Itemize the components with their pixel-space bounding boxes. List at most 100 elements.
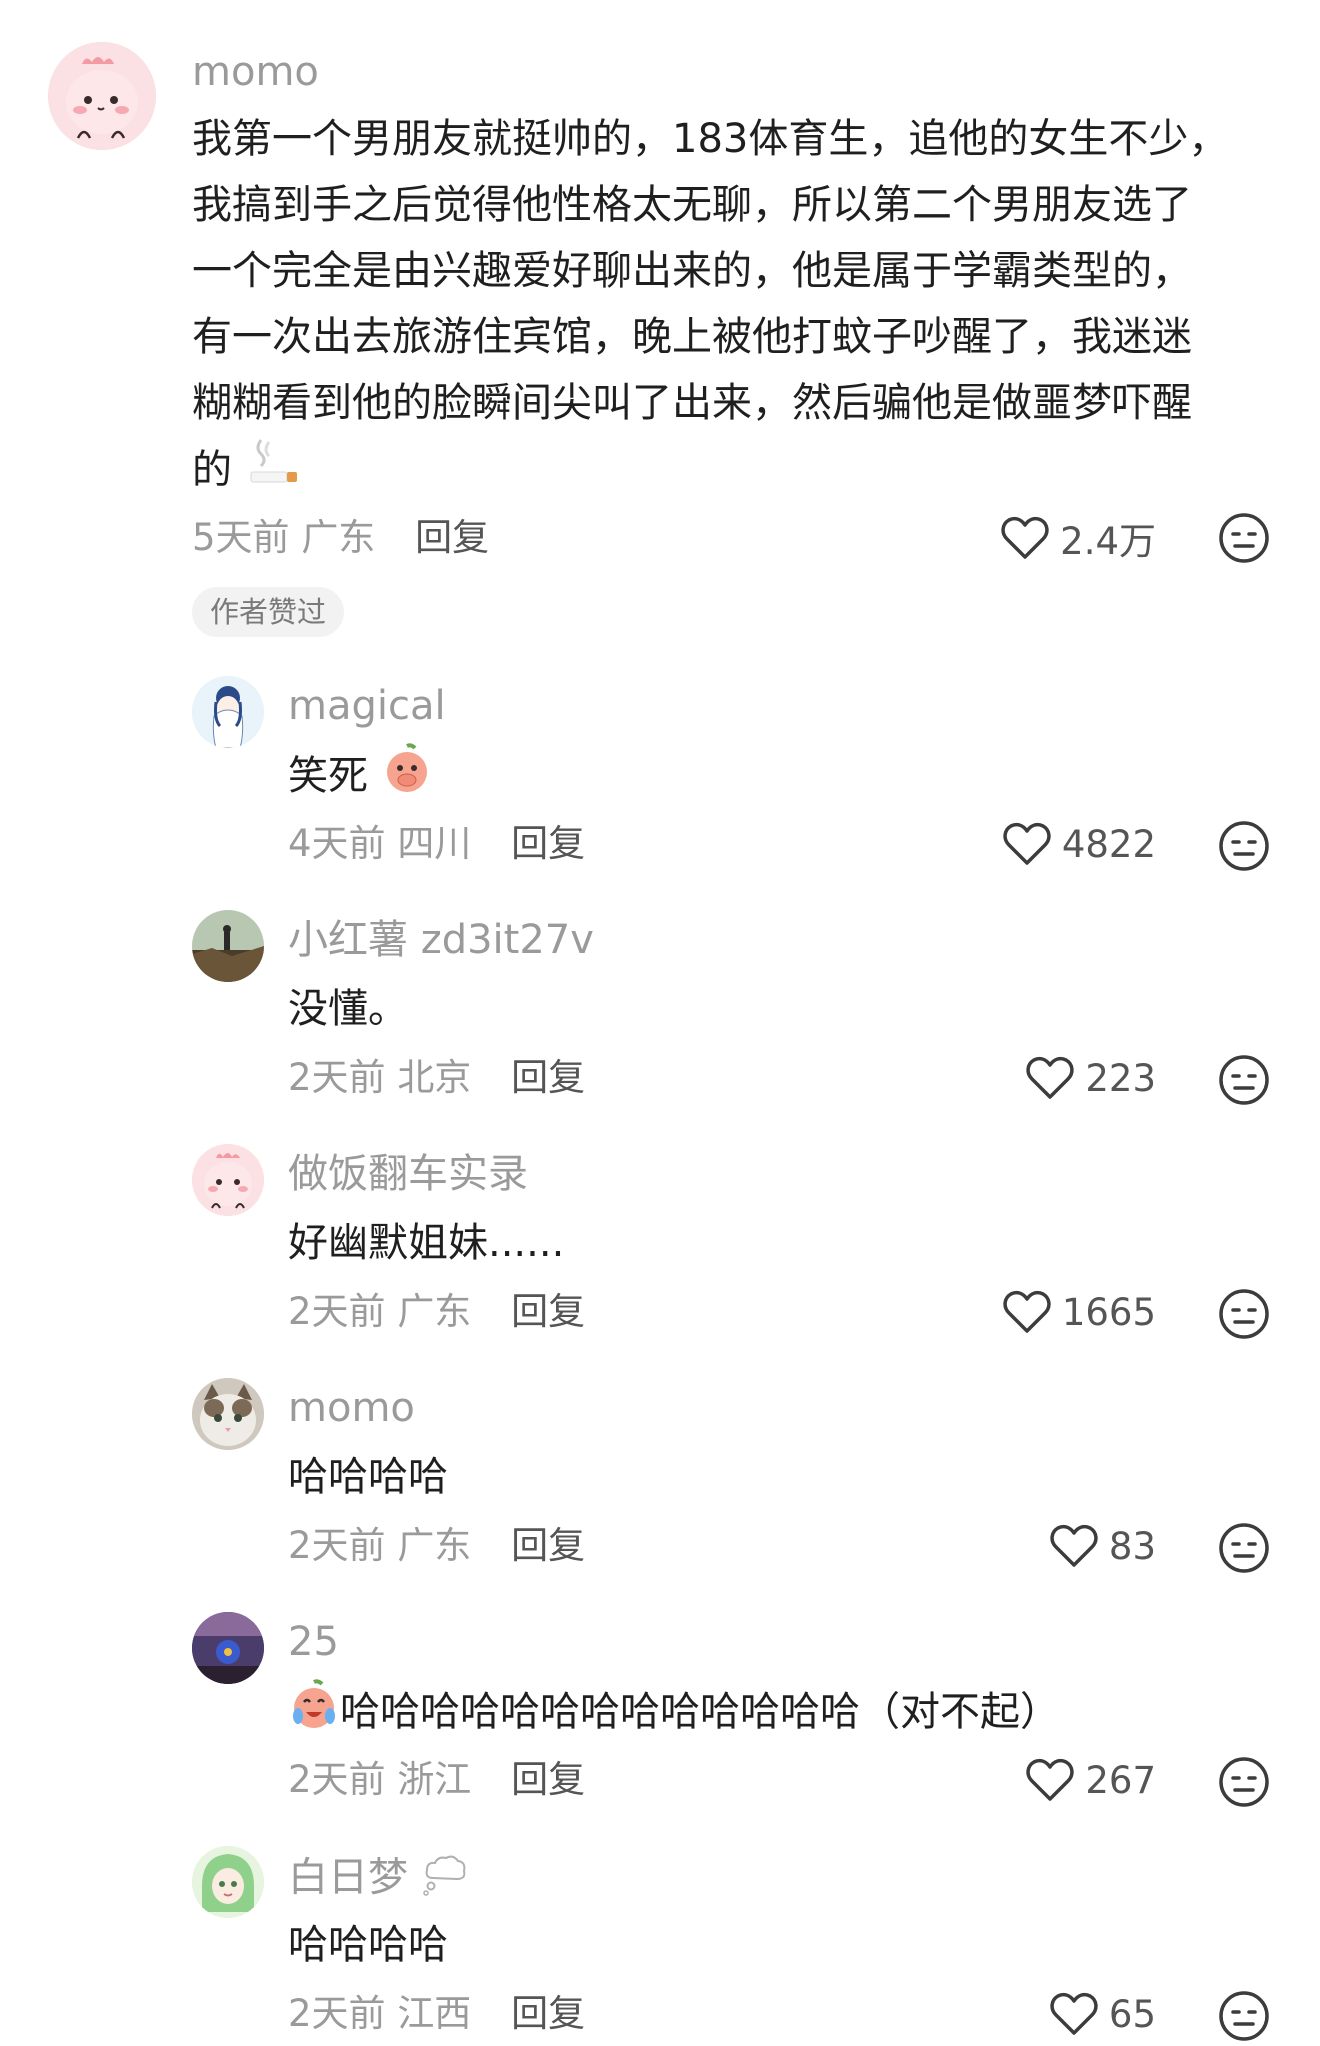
landscape-photo-avatar-icon [192, 910, 264, 982]
reply-meta: 2天前 广东 回复 [288, 1524, 585, 1568]
author-name[interactable]: momo [192, 48, 319, 96]
heart-outline-icon [1050, 1524, 1098, 1567]
dislike-button[interactable] [1218, 820, 1270, 872]
reply-button[interactable]: 回复 [511, 1758, 585, 1801]
reply-time: 2天前 [288, 1758, 386, 1801]
reply-location: 江西 [397, 1992, 472, 2035]
reply-meta: 2天前 江西 回复 [288, 1992, 585, 2036]
avatar[interactable] [192, 1378, 264, 1450]
heart-outline-icon [1050, 1992, 1098, 2035]
reply-time: 2天前 [288, 1056, 386, 1099]
reply-time: 4天前 [288, 822, 386, 865]
dislike-button[interactable] [1218, 1990, 1270, 2042]
neutral-face-icon [1219, 1055, 1269, 1105]
reply-text: 哈哈哈哈 [288, 1454, 448, 1500]
like-button[interactable]: 223 [1025, 1050, 1156, 1106]
neutral-face-icon [1219, 821, 1269, 871]
pink-dino-avatar-icon [48, 42, 156, 150]
comment-text-line: 有一次出去旅游住宾馆，晚上被他打蚊子吵醒了，我迷迷 [192, 314, 1192, 360]
reply-meta: 2天前 浙江 回复 [288, 1758, 585, 1802]
like-button[interactable]: 65 [1049, 1986, 1156, 2042]
heart-outline-icon [1001, 516, 1049, 559]
avatar[interactable] [192, 1144, 264, 1216]
reply-location: 广东 [397, 1524, 472, 1567]
neutral-face-icon [1219, 513, 1269, 563]
reply-text: 笑死 [288, 742, 433, 814]
reply-button[interactable]: 回复 [511, 1524, 585, 1567]
reply-button[interactable]: 回复 [511, 1992, 585, 2035]
comment-text-line: 糊糊看到他的脸瞬间尖叫了出来，然后骗他是做噩梦吓醒 [192, 380, 1192, 426]
heart-outline-icon [1003, 822, 1051, 865]
heart-outline-icon [1003, 1290, 1051, 1333]
author-name[interactable]: 小红薯 zd3it27v [288, 916, 594, 964]
comment-text-last: 的 [192, 447, 232, 493]
reply-button[interactable]: 回复 [415, 516, 489, 559]
anime-girl-avatar-icon [192, 676, 264, 748]
reply-location: 广东 [397, 1290, 472, 1333]
reply-meta: 2天前 广东 回复 [288, 1290, 585, 1334]
like-count: 65 [1108, 1992, 1156, 2036]
dislike-button[interactable] [1218, 1522, 1270, 1574]
like-count: 223 [1085, 1056, 1156, 1100]
comment-text-line: 我搞到手之后觉得他性格太无聊，所以第二个男朋友选了 [192, 182, 1192, 228]
comment-text-line: 一个完全是由兴趣爱好聊出来的，他是属于学霸类型的， [192, 248, 1192, 294]
avatar[interactable] [192, 676, 264, 748]
purple-photo-avatar-icon [192, 1612, 264, 1684]
like-count: 4822 [1061, 822, 1156, 866]
dislike-button[interactable] [1218, 1288, 1270, 1340]
reply-meta: 4天前 四川 回复 [288, 822, 585, 866]
reply-time: 2天前 [288, 1290, 386, 1333]
cigarette-emoji-icon [245, 436, 301, 508]
reply-text: 没懂。 [288, 986, 408, 1032]
reply-time: 2天前 [288, 1524, 386, 1567]
cat-photo-avatar-icon [192, 1378, 264, 1450]
reply-location: 北京 [397, 1056, 472, 1099]
heart-outline-icon [1026, 1758, 1074, 1801]
peach-laugh-cry-emoji-icon [288, 1678, 340, 1750]
like-button[interactable]: 83 [1049, 1518, 1156, 1574]
dislike-button[interactable] [1218, 1756, 1270, 1808]
avatar-main[interactable] [48, 42, 156, 150]
comment-text-line: 我第一个男朋友就挺帅的，183体育生，追他的女生不少， [192, 116, 1229, 162]
author-name-text: 白日梦 [288, 1854, 408, 1901]
reply-button[interactable]: 回复 [511, 1056, 585, 1099]
like-button[interactable]: 2.4万 [1000, 510, 1156, 566]
like-button[interactable]: 1665 [1002, 1284, 1156, 1340]
neutral-face-icon [1219, 1289, 1269, 1339]
comment-meta: 5天前 广东 回复 [192, 516, 489, 560]
reply-time: 2天前 [288, 1992, 386, 2035]
like-count: 267 [1085, 1758, 1156, 1802]
author-name[interactable]: 25 [288, 1618, 339, 1666]
reply-text-content: 哈哈哈哈哈哈哈哈哈哈哈哈哈（对不起） [340, 1689, 1060, 1735]
reply-meta: 2天前 北京 回复 [288, 1056, 585, 1100]
author-name[interactable]: magical [288, 682, 446, 730]
like-count: 83 [1108, 1524, 1156, 1568]
heart-outline-icon [1026, 1056, 1074, 1099]
thought-bubble-emoji-icon [421, 1852, 469, 1907]
neutral-face-icon [1219, 1757, 1269, 1807]
avatar[interactable] [192, 1612, 264, 1684]
comment-text-line: 的 [192, 436, 301, 508]
author-name[interactable]: momo [288, 1384, 415, 1432]
reply-location: 四川 [397, 822, 472, 865]
peach-cover-mouth-emoji-icon [381, 742, 433, 814]
like-button[interactable]: 267 [1025, 1752, 1156, 1808]
like-button[interactable]: 4822 [1002, 816, 1156, 872]
neutral-face-icon [1219, 1991, 1269, 2041]
avatar[interactable] [192, 1846, 264, 1918]
reply-text: 哈哈哈哈 [288, 1922, 448, 1968]
dislike-button[interactable] [1218, 512, 1270, 564]
dislike-button[interactable] [1218, 1054, 1270, 1106]
like-count: 2.4万 [1060, 520, 1156, 563]
pink-dino-avatar-icon [192, 1144, 264, 1216]
avatar[interactable] [192, 910, 264, 982]
green-hair-girl-avatar-icon [192, 1846, 264, 1918]
reply-text: 好幽默姐妹...... [288, 1220, 565, 1266]
reply-text-content: 笑死 [288, 753, 368, 799]
reply-button[interactable]: 回复 [511, 1290, 585, 1333]
reply-button[interactable]: 回复 [511, 822, 585, 865]
author-name[interactable]: 白日梦 [288, 1852, 469, 1907]
author-name[interactable]: 做饭翻车实录 [288, 1150, 528, 1198]
like-count: 1665 [1061, 1290, 1156, 1334]
comment-location: 广东 [301, 516, 376, 559]
